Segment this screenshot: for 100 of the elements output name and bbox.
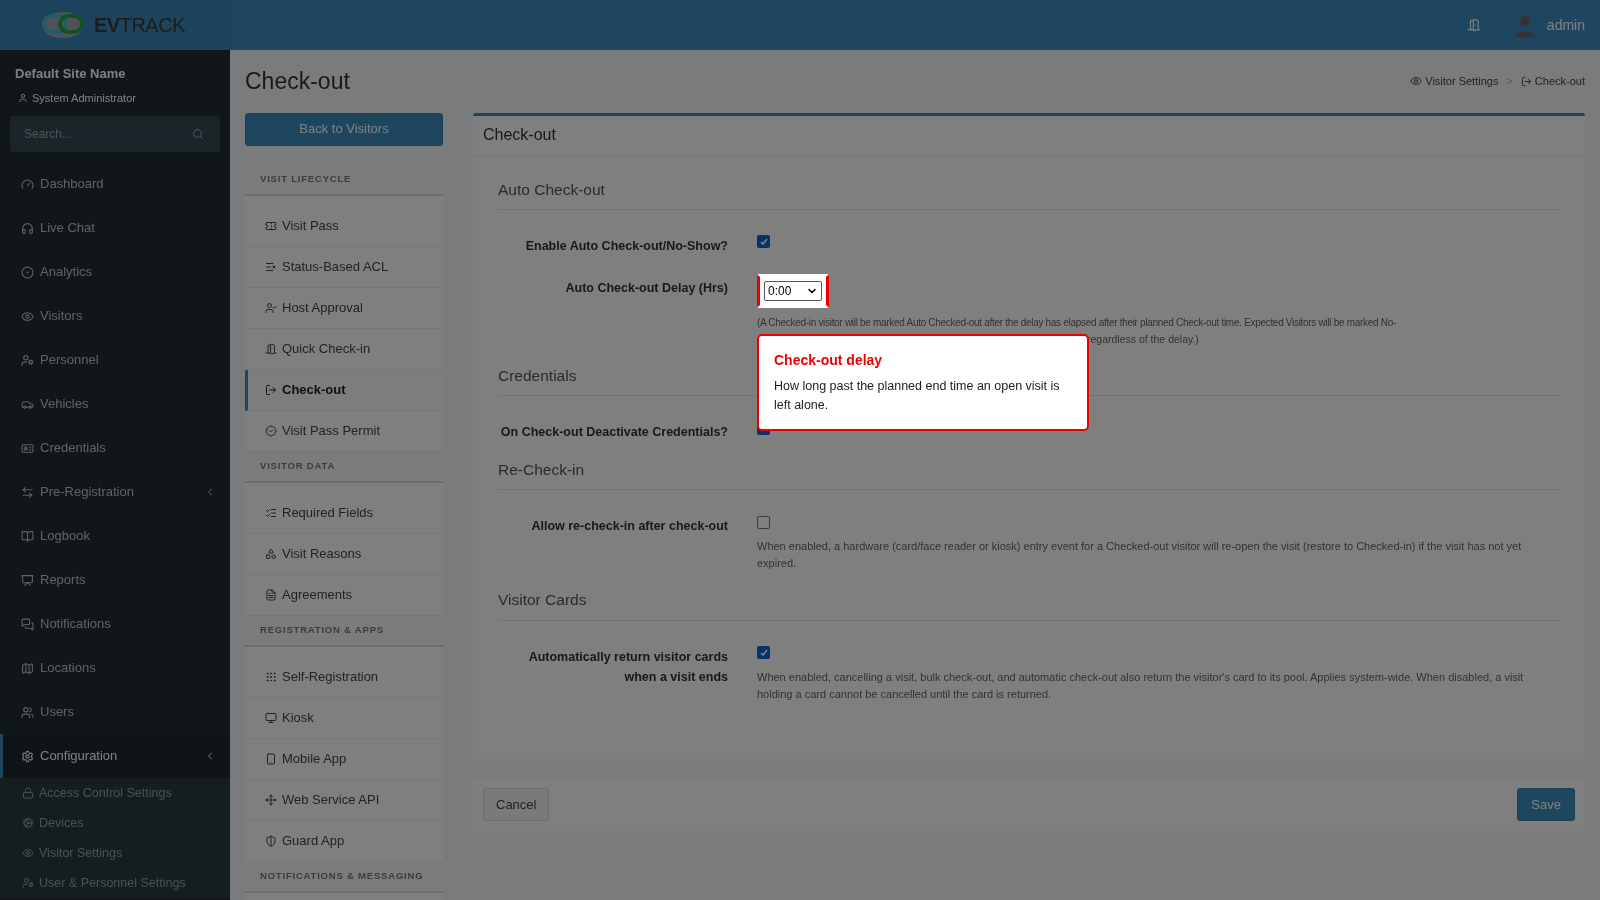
section-title: Visitor Cards [498,588,1560,621]
help-text: When enabled, cancelling a visit, bulk check-out, and automatic check-out also return the visitor's card to its pool. Applies system-wide. When disabled, a visit holding a card cannot be cancelled until the card is returned. [757,669,1525,702]
section-title: Auto Check-out [498,177,1560,210]
checkbox[interactable] [757,646,770,659]
search-icon[interactable] [192,128,204,140]
chart-board-icon [21,573,34,587]
user-name[interactable]: admin [1546,14,1585,36]
role-text: System Administrator [32,90,136,106]
chat-icon [21,617,34,631]
user-check-icon [265,301,277,314]
checklist-icon [265,506,277,519]
users-icon [21,705,34,719]
sidebar-item[interactable]: Dashboard [0,162,230,206]
tooltip-text: How long past the planned end time an open visit is left alone. [774,377,1061,414]
sidebar-item[interactable]: Personnel [0,338,230,382]
sidebar-item[interactable]: Credentials [0,426,230,470]
shapes-icon [265,547,277,560]
headset-icon [21,221,34,235]
sidebar-item[interactable]: Analytics [0,250,230,294]
user-gear-icon [21,353,34,367]
settings-nav-item[interactable]: Kiosk [245,697,443,739]
id-card-icon [21,441,34,455]
document-icon [265,588,277,601]
settings-nav-item[interactable]: Quick Check-in [245,328,443,370]
nav-group-heading: VISITOR DATA [245,451,443,483]
arrows-icon [21,485,34,499]
card-title: Check-out [473,115,1585,156]
checkbox[interactable] [757,235,770,249]
settings-nav-item[interactable]: Guard App [245,820,443,862]
settings-nav-item[interactable]: Status-Based ACL [245,246,443,288]
field-label: Automatically return visitor cards when a visit ends [527,648,728,686]
move-arrows-icon [265,793,277,806]
settings-nav-item[interactable]: Visit Pass Permit [245,410,443,452]
phone-icon [265,752,277,765]
ticket-icon [265,219,277,232]
map-icon [21,661,34,675]
settings-nav-item[interactable]: Visit Pass [245,205,443,247]
nav-group-heading: REGISTRATION & APPS [245,615,443,647]
sidebar-item[interactable]: Logbook [0,514,230,558]
eye-icon [22,847,34,859]
help-text: (A Checked-in visitor will be marked Auto Checked-out after the delay has elapsed after their planned Check-out time. Expected Visitors will be marked No- [757,315,1397,330]
monitor-icon [265,711,277,724]
sidebar-item[interactable]: Reports [0,558,230,602]
target-icon [21,265,34,279]
door-icon [265,342,277,355]
cog-icon [22,817,34,829]
sidebar-item[interactable]: Visitors [0,294,230,338]
settings-nav-item[interactable]: Check-out [245,369,443,411]
logo-icon [40,10,86,40]
grid-dots-icon [265,670,277,683]
section-title: Re-Check-in [498,458,1560,491]
shield-icon [265,834,277,847]
exit-icon [1520,75,1532,87]
badge-icon [265,424,277,437]
help-text: When enabled, a hardware (card/face reader or kiosk) entry event for a Checked-out visitor will re-open the visit (restore to Checked-in) if the visit has not yet expired. [757,539,1523,572]
user-icon [18,92,28,103]
cancel-button[interactable]: Cancel [483,788,550,821]
check-icon [758,236,769,247]
delay-select[interactable]: 0:00 [757,273,829,308]
checkbox[interactable] [757,515,770,529]
settings-nav-item[interactable]: Mobile App [245,738,443,780]
breadcrumb-link[interactable]: Check-out [1520,73,1585,90]
field-label: Allow re-check-in after check-out [530,518,728,536]
breadcrumb-link[interactable]: Visitor Settings [1410,73,1499,90]
sidebar-item[interactable]: Locations [0,646,230,690]
lock-icon [22,787,34,799]
exit-icon [265,383,277,396]
settings-nav-item[interactable]: Visit Reasons [245,533,443,575]
save-button[interactable]: Save [1517,788,1575,821]
nav-group-heading: NOTIFICATIONS & MESSAGING [245,861,443,893]
door-icon[interactable] [1466,18,1481,32]
sidebar-item[interactable]: Pre-Registration [0,470,230,514]
eye-icon [1410,75,1423,88]
field-label: On Check-out Deactivate Credentials? [499,424,728,441]
settings-nav-item[interactable]: Agreements [245,574,443,616]
sidebar-item[interactable]: Vehicles [0,382,230,426]
settings-nav-item[interactable]: Host Approval [245,287,443,329]
site-name: Default Site Name [15,65,127,83]
user-gear-icon [22,877,34,889]
nav-group-heading: VISIT LIFECYCLE [245,164,443,196]
list-x-icon [265,260,277,273]
back-button[interactable]: Back to Visitors [245,112,443,146]
settings-nav-item[interactable]: Web Service API [245,779,443,821]
page-title: Check-out [245,67,350,96]
check-icon [758,647,769,658]
field-label: Enable Auto Check-out/No-Show? [524,237,728,255]
breadcrumb-separator: > [1506,74,1513,89]
sidebar-item[interactable]: Live Chat [0,206,230,250]
tooltip-title: Check-out delay [774,350,884,370]
gauge-icon [21,177,34,191]
book-icon [21,529,34,543]
settings-icon [21,749,34,763]
help-text: regardless of the delay.) [1087,331,1199,347]
settings-nav-item[interactable]: Required Fields [245,492,443,534]
sidebar-item[interactable]: Notifications [0,602,230,646]
settings-nav-item[interactable]: Self-Registration [245,656,443,698]
logo-text: EVTRACK [94,13,185,38]
sidebar-item[interactable]: Users [0,690,230,734]
field-label: Auto Check-out Delay (Hrs) [564,279,728,297]
eye-icon [21,309,34,323]
